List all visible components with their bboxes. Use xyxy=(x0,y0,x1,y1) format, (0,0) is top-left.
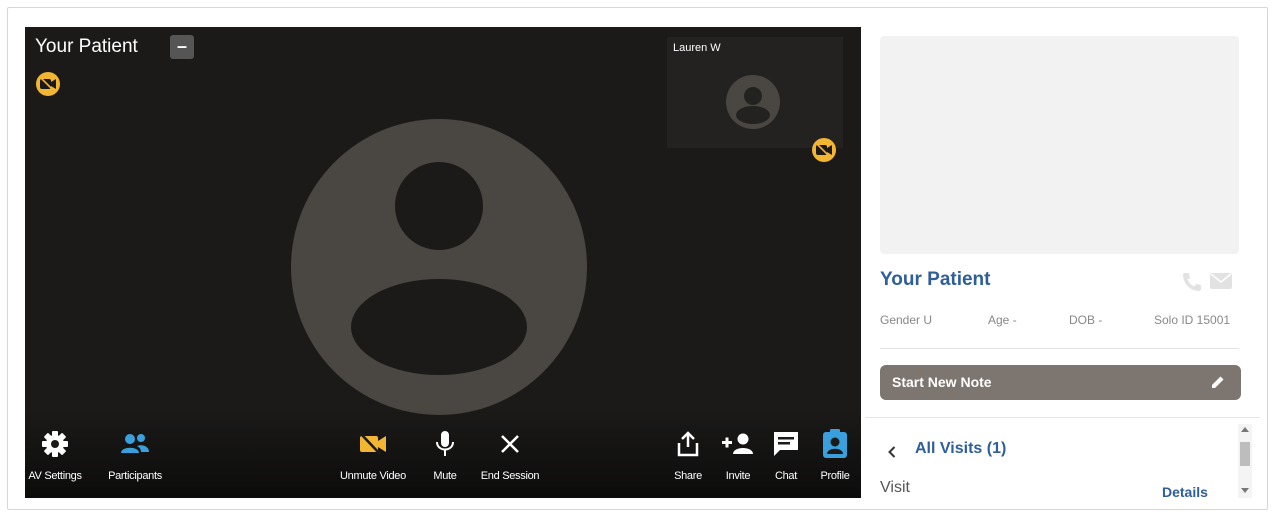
video-title: Your Patient xyxy=(35,36,138,57)
av-settings-button[interactable]: AV Settings xyxy=(25,427,95,482)
participants-button[interactable]: Participants xyxy=(98,427,172,482)
patient-panel: Your Patient Gender U Age - DOB - Solo I… xyxy=(865,27,1260,500)
details-link[interactable]: Details xyxy=(1162,484,1208,500)
av-settings-label: AV Settings xyxy=(28,470,82,482)
share-label: Share xyxy=(674,470,702,482)
profile-button[interactable]: Profile xyxy=(813,427,857,482)
end-session-button[interactable]: End Session xyxy=(472,427,548,482)
self-view-tile[interactable]: Lauren W xyxy=(667,37,843,148)
add-person-icon xyxy=(722,433,753,454)
participants-label: Participants xyxy=(108,470,162,482)
chat-button[interactable]: Chat xyxy=(766,427,806,482)
camera-off-icon xyxy=(36,72,60,96)
unmute-video-button[interactable]: Unmute Video xyxy=(328,427,418,482)
phone-icon[interactable] xyxy=(1181,271,1203,293)
gear-icon xyxy=(42,431,68,457)
visit-label: Visit xyxy=(880,479,910,496)
patient-gender: Gender U xyxy=(880,313,933,327)
patient-solo-id: Solo ID 15001 xyxy=(1154,313,1231,327)
scrollbar-thumb[interactable] xyxy=(1240,442,1250,466)
video-stage: Your Patient – Lauren W AV Settings Part… xyxy=(25,27,861,498)
mute-label: Mute xyxy=(433,470,457,482)
end-session-label: End Session xyxy=(480,470,540,482)
chat-icon xyxy=(774,432,798,456)
invite-button[interactable]: Invite xyxy=(718,427,758,482)
camera-off-icon xyxy=(360,433,386,455)
start-new-note-label: Start New Note xyxy=(892,374,992,390)
share-button[interactable]: Share xyxy=(668,427,708,482)
divider xyxy=(880,348,1239,349)
patient-age: Age - xyxy=(988,313,1017,327)
scroll-down-icon[interactable] xyxy=(1241,488,1249,494)
profile-icon xyxy=(823,429,847,458)
camera-off-icon xyxy=(812,138,836,162)
invite-label: Invite xyxy=(725,470,751,482)
avatar-icon xyxy=(726,75,780,129)
pencil-icon xyxy=(1212,376,1224,388)
close-icon xyxy=(501,435,519,453)
chevron-left-icon[interactable] xyxy=(888,446,896,458)
scrollbar[interactable] xyxy=(1238,424,1252,498)
patient-dob: DOB - xyxy=(1069,313,1103,327)
scroll-up-icon[interactable] xyxy=(1241,426,1249,432)
mute-button[interactable]: Mute xyxy=(425,427,465,482)
share-icon xyxy=(677,431,699,457)
chat-label: Chat xyxy=(774,470,798,482)
patient-name: Your Patient xyxy=(880,269,991,290)
unmute-video-label: Unmute Video xyxy=(340,470,406,482)
avatar-icon xyxy=(291,119,587,415)
patient-photo-placeholder xyxy=(880,36,1239,254)
minimize-button[interactable]: – xyxy=(170,35,194,59)
mail-icon[interactable] xyxy=(1210,273,1232,289)
profile-label: Profile xyxy=(820,470,850,482)
all-visits-link[interactable]: All Visits (1) xyxy=(915,440,1006,458)
pip-participant-name: Lauren W xyxy=(673,42,721,54)
microphone-icon xyxy=(436,431,454,456)
divider xyxy=(865,417,1260,418)
participants-icon xyxy=(121,434,149,453)
start-new-note-button[interactable]: Start New Note xyxy=(880,365,1241,400)
